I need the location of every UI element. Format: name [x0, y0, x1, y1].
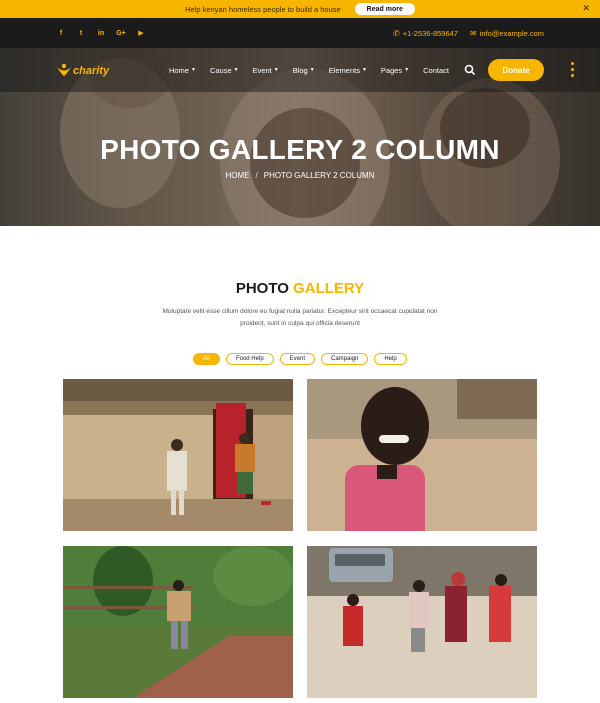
read-more-button[interactable]: Read more: [354, 3, 415, 15]
more-menu-icon[interactable]: [571, 62, 574, 77]
filter-event[interactable]: Event: [279, 353, 315, 365]
facebook-icon[interactable]: f: [56, 30, 66, 37]
phone-link[interactable]: ✆ +1-2536-859647: [393, 29, 458, 38]
twitter-icon[interactable]: t: [76, 30, 86, 37]
youtube-icon[interactable]: ▶: [136, 29, 146, 37]
nav-item-home[interactable]: Home ▼: [162, 66, 203, 75]
nav-item-pages[interactable]: Pages ▼: [374, 66, 416, 75]
page-title: PHOTO GALLERY 2 COLUMN: [100, 134, 500, 165]
nav-item-label: Cause: [209, 65, 232, 75]
search-icon[interactable]: [464, 64, 476, 76]
announcement-bar: Help kenyan homeless people to build a h…: [0, 0, 600, 18]
main-header: charity Home ▼ Cause ▼ Event ▼ Blog ▼ Elements ▼ P…: [0, 48, 600, 92]
envelope-icon: ✉: [469, 28, 477, 38]
chevron-down-icon: ▼: [190, 67, 196, 73]
nav-item-blog[interactable]: Blog ▼: [286, 66, 322, 75]
chevron-down-icon: ▼: [273, 67, 279, 73]
google-plus-icon[interactable]: G+: [116, 30, 126, 37]
nav-item-cause[interactable]: Cause ▼: [203, 66, 246, 75]
close-icon[interactable]: ✕: [582, 3, 590, 14]
nav-item-label: Event: [252, 65, 272, 75]
nav-item-label: Contact: [423, 65, 449, 75]
social-links: f t in G+ ▶: [56, 29, 146, 38]
email-link[interactable]: ✉ info@example.com: [470, 29, 544, 38]
breadcrumb-current: PHOTO GALLERY 2 COLUMN: [263, 171, 375, 180]
nav-item-label: Blog: [292, 65, 308, 75]
nav-item-contact[interactable]: Contact: [416, 66, 456, 75]
breadcrumb-home[interactable]: HOME: [226, 171, 250, 180]
filter-help[interactable]: Help: [374, 353, 407, 365]
logo-mark-icon: [56, 63, 72, 77]
gallery-photo[interactable]: [63, 546, 293, 698]
filter-food-help[interactable]: Food Help: [225, 353, 274, 365]
chevron-down-icon: ▼: [233, 67, 239, 73]
nav-item-elements[interactable]: Elements ▼: [322, 66, 374, 75]
logo-text: charity: [73, 65, 110, 77]
chevron-down-icon: ▼: [404, 67, 410, 73]
section-title-part1: PHOTO: [235, 280, 289, 297]
logo[interactable]: charity: [56, 63, 109, 77]
section-title: PHOTO GALLERY: [0, 280, 600, 297]
nav-item-label: Elements: [328, 65, 360, 75]
gallery-photo[interactable]: [63, 379, 293, 531]
contact-info: ✆ +1-2536-859647 ✉ info@example.com: [393, 29, 544, 38]
filter-all[interactable]: All: [193, 353, 220, 365]
nav-item-label: Home: [168, 65, 189, 75]
main-nav: Home ▼ Cause ▼ Event ▼ Blog ▼ Elements ▼ Pages ▼ Con…: [162, 66, 456, 75]
email-address: info@example.com: [479, 28, 544, 38]
phone-icon: ✆: [393, 28, 400, 38]
gallery-filters: All Food Help Event Campaign Help: [0, 353, 600, 365]
nav-item-label: Pages: [380, 65, 403, 75]
phone-number: +1-2536-859647: [402, 28, 458, 38]
linkedin-icon[interactable]: in: [96, 30, 106, 37]
top-bar: f t in G+ ▶ ✆ +1-2536-859647 ✉ info@exam…: [0, 18, 600, 48]
section-title-part2: GALLERY: [293, 280, 365, 297]
breadcrumb: HOME / PHOTO GALLERY 2 COLUMN: [0, 171, 600, 180]
section-description: Moluptate velit esse cillum dolore eu fu…: [162, 308, 438, 327]
gallery-photo[interactable]: [307, 379, 537, 531]
gallery-photo[interactable]: [307, 546, 537, 698]
donate-button[interactable]: Donate: [488, 59, 544, 81]
chevron-down-icon: ▼: [361, 67, 367, 73]
chevron-down-icon: ▼: [309, 67, 315, 73]
breadcrumb-separator: /: [255, 171, 258, 180]
announcement-text: Help kenyan homeless people to build a h…: [185, 4, 341, 14]
filter-campaign[interactable]: Campaign: [321, 353, 369, 365]
nav-item-event[interactable]: Event ▼: [246, 66, 286, 75]
